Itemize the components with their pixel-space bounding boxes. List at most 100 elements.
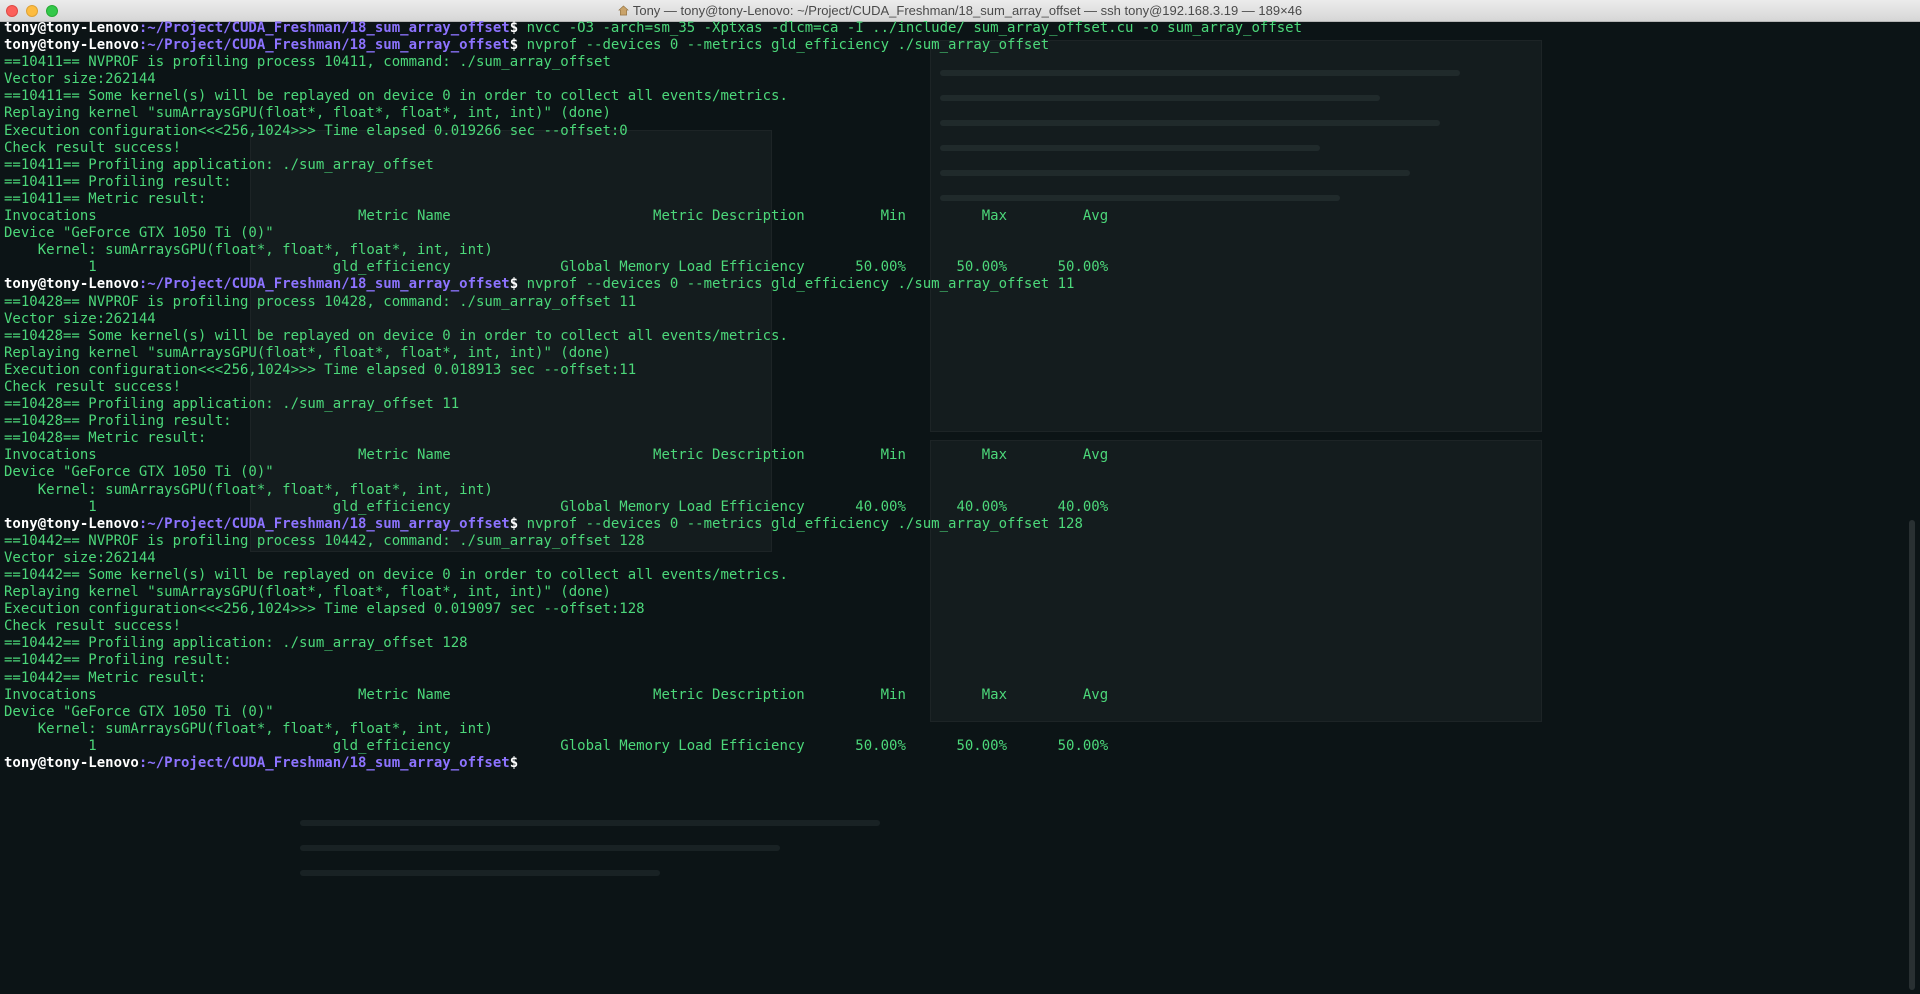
output-line: ==10428== Profiling application: ./sum_a…	[4, 396, 1904, 413]
output-line: Execution configuration<<<256,1024>>> Ti…	[4, 123, 1904, 140]
prompt-path: :~/Project/CUDA_Freshman/18_sum_array_of…	[138, 20, 510, 36]
output-line: ==10428== NVPROF is profiling process 10…	[4, 294, 1904, 311]
output-text: Vector size:262144	[4, 549, 156, 566]
output-text: Vector size:262144	[4, 71, 156, 88]
output-line: Device "GeForce GTX 1050 Ti (0)"	[4, 225, 1904, 242]
output-text: Check result success!	[4, 139, 182, 156]
command-line: tony@tony-Lenovo:~/Project/CUDA_Freshman…	[4, 755, 1904, 772]
output-text: ==10428== NVPROF is profiling process 10…	[4, 293, 637, 310]
output-text: Invocations Metric Name Metric Descripti…	[4, 686, 1109, 703]
zoom-button[interactable]	[46, 5, 58, 17]
output-text: Replaying kernel "sumArraysGPU(float*, f…	[4, 105, 611, 122]
title-bar[interactable]: Tony — tony@tony-Lenovo: ~/Project/CUDA_…	[0, 0, 1920, 22]
command-line: tony@tony-Lenovo:~/Project/CUDA_Freshman…	[4, 20, 1904, 37]
prompt-sign: $	[509, 20, 519, 36]
output-line: ==10411== Profiling application: ./sum_a…	[4, 157, 1904, 174]
output-line: Vector size:262144	[4, 311, 1904, 328]
prompt-sign: $	[509, 276, 519, 293]
output-text: Replaying kernel "sumArraysGPU(float*, f…	[4, 584, 611, 601]
output-line: Invocations Metric Name Metric Descripti…	[4, 447, 1904, 464]
output-text: ==10428== Profiling result:	[4, 413, 232, 430]
output-line: Invocations Metric Name Metric Descripti…	[4, 208, 1904, 225]
output-text: ==10411== Metric result:	[4, 190, 207, 207]
close-button[interactable]	[6, 5, 18, 17]
minimize-button[interactable]	[26, 5, 38, 17]
prompt-user: tony@tony-Lenovo	[4, 515, 139, 532]
output-text: Replaying kernel "sumArraysGPU(float*, f…	[4, 344, 611, 361]
prompt-path: :~/Project/CUDA_Freshman/18_sum_array_of…	[138, 515, 510, 532]
scrollbar[interactable]	[1908, 40, 1916, 990]
command-text	[518, 755, 526, 771]
output-text: Execution configuration<<<256,1024>>> Ti…	[4, 122, 628, 139]
output-line: 1 gld_efficiency Global Memory Load Effi…	[4, 259, 1904, 276]
command-text: nvprof --devices 0 --metrics gld_efficie…	[518, 515, 1083, 532]
output-text: ==10411== Profiling application: ./sum_a…	[4, 156, 434, 173]
terminal-output[interactable]: tony@tony-Lenovo:~/Project/CUDA_Freshman…	[4, 20, 1904, 980]
output-line: Replaying kernel "sumArraysGPU(float*, f…	[4, 345, 1904, 362]
output-line: ==10411== Some kernel(s) will be replaye…	[4, 88, 1904, 105]
output-text: ==10428== Profiling application: ./sum_a…	[4, 396, 460, 413]
output-line: ==10428== Some kernel(s) will be replaye…	[4, 328, 1904, 345]
output-line: Execution configuration<<<256,1024>>> Ti…	[4, 362, 1904, 379]
output-line: 1 gld_efficiency Global Memory Load Effi…	[4, 738, 1904, 755]
prompt-user: tony@tony-Lenovo	[4, 755, 139, 772]
scrollbar-thumb[interactable]	[1909, 520, 1915, 990]
output-line: ==10428== Metric result:	[4, 430, 1904, 447]
prompt-sign: $	[509, 37, 519, 54]
output-text: ==10428== Some kernel(s) will be replaye…	[4, 327, 788, 344]
output-line: Replaying kernel "sumArraysGPU(float*, f…	[4, 105, 1904, 122]
output-text: ==10442== Some kernel(s) will be replaye…	[4, 567, 788, 583]
output-line: Check result success!	[4, 379, 1904, 396]
window-title: Tony — tony@tony-Lenovo: ~/Project/CUDA_…	[618, 3, 1302, 18]
command-text: nvcc -O3 -arch=sm_35 -Xptxas -dlcm=ca -I…	[518, 20, 1303, 36]
output-text: Execution configuration<<<256,1024>>> Ti…	[4, 361, 637, 378]
output-line: Check result success!	[4, 618, 1904, 635]
output-text: Execution configuration<<<256,1024>>> Ti…	[4, 601, 645, 618]
prompt-user: tony@tony-Lenovo	[4, 37, 139, 54]
output-line: ==10442== Some kernel(s) will be replaye…	[4, 567, 1904, 584]
output-text: Vector size:262144	[4, 310, 156, 327]
output-line: ==10442== Profiling application: ./sum_a…	[4, 635, 1904, 652]
output-line: ==10428== Profiling result:	[4, 413, 1904, 430]
prompt-sign: $	[509, 515, 519, 532]
output-text: 1 gld_efficiency Global Memory Load Effi…	[4, 259, 1109, 276]
output-text: Check result success!	[4, 618, 182, 635]
output-text: ==10442== NVPROF is profiling process 10…	[4, 532, 645, 549]
output-line: ==10442== Profiling result:	[4, 652, 1904, 669]
prompt-sign: $	[509, 755, 519, 772]
terminal-window: Tony — tony@tony-Lenovo: ~/Project/CUDA_…	[0, 0, 1920, 994]
output-text: 1 gld_efficiency Global Memory Load Effi…	[4, 498, 1109, 515]
output-text: ==10411== Profiling result:	[4, 173, 232, 190]
prompt-path: :~/Project/CUDA_Freshman/18_sum_array_of…	[138, 755, 510, 772]
output-line: Kernel: sumArraysGPU(float*, float*, flo…	[4, 721, 1904, 738]
window-title-text: Tony — tony@tony-Lenovo: ~/Project/CUDA_…	[632, 3, 1303, 18]
output-line: ==10411== NVPROF is profiling process 10…	[4, 54, 1904, 71]
prompt-user: tony@tony-Lenovo	[4, 20, 139, 36]
window-controls	[6, 5, 58, 17]
output-line: 1 gld_efficiency Global Memory Load Effi…	[4, 499, 1904, 516]
output-line: ==10442== NVPROF is profiling process 10…	[4, 533, 1904, 550]
output-text: ==10411== NVPROF is profiling process 10…	[4, 54, 611, 71]
home-icon	[618, 5, 629, 16]
output-text: Invocations Metric Name Metric Descripti…	[4, 208, 1109, 225]
command-text: nvprof --devices 0 --metrics gld_efficie…	[518, 37, 1050, 54]
prompt-user: tony@tony-Lenovo	[4, 276, 139, 293]
output-text: Kernel: sumArraysGPU(float*, float*, flo…	[4, 720, 493, 737]
output-text: ==10428== Metric result:	[4, 430, 207, 447]
command-line: tony@tony-Lenovo:~/Project/CUDA_Freshman…	[4, 37, 1904, 54]
output-line: Execution configuration<<<256,1024>>> Ti…	[4, 601, 1904, 618]
output-text: ==10411== Some kernel(s) will be replaye…	[4, 88, 788, 105]
output-line: Device "GeForce GTX 1050 Ti (0)"	[4, 704, 1904, 721]
output-text: Device "GeForce GTX 1050 Ti (0)"	[4, 703, 274, 720]
output-text: Kernel: sumArraysGPU(float*, float*, flo…	[4, 481, 493, 498]
output-text: Device "GeForce GTX 1050 Ti (0)"	[4, 464, 274, 481]
command-text: nvprof --devices 0 --metrics gld_efficie…	[518, 276, 1075, 293]
command-line: tony@tony-Lenovo:~/Project/CUDA_Freshman…	[4, 276, 1904, 293]
output-line: Kernel: sumArraysGPU(float*, float*, flo…	[4, 242, 1904, 259]
output-line: ==10411== Profiling result:	[4, 174, 1904, 191]
output-line: ==10442== Metric result:	[4, 670, 1904, 687]
command-line: tony@tony-Lenovo:~/Project/CUDA_Freshman…	[4, 516, 1904, 533]
output-text: ==10442== Profiling result:	[4, 652, 232, 669]
output-line: ==10411== Metric result:	[4, 191, 1904, 208]
prompt-path: :~/Project/CUDA_Freshman/18_sum_array_of…	[138, 37, 510, 54]
